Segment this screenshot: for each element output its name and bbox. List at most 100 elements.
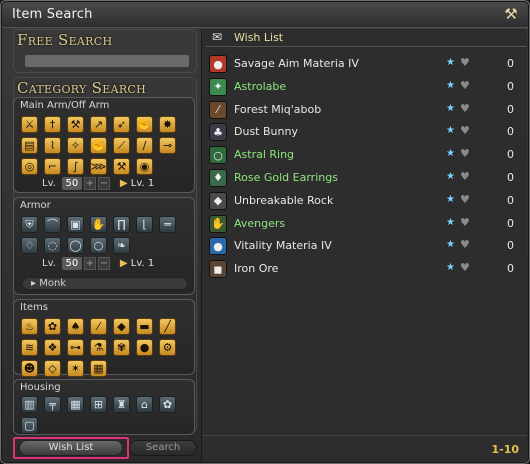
claw-icon[interactable]: ✸: [159, 116, 176, 133]
star-icon[interactable]: ★: [446, 125, 455, 136]
wish-list-row[interactable]: ✋ Avengers ★ ♥ 0: [206, 213, 526, 236]
hammer-icon[interactable]: ⚒: [113, 158, 130, 175]
window-icon[interactable]: ⊞: [90, 396, 107, 413]
wish-list-row[interactable]: ✦ Astrolabe ★ ♥ 0: [206, 76, 526, 99]
level-value-box[interactable]: 50: [61, 177, 82, 190]
minion-icon[interactable]: ☻: [21, 360, 38, 377]
lumber-icon[interactable]: ╱: [159, 318, 176, 335]
close-x-icon[interactable]: ⚒: [503, 6, 519, 22]
knuckle-icon[interactable]: ✊: [136, 116, 153, 133]
level-minus-button[interactable]: −: [97, 177, 110, 190]
painting-icon[interactable]: ▢: [21, 417, 38, 434]
search-button[interactable]: Search: [129, 440, 197, 456]
heart-icon[interactable]: ♥: [460, 216, 470, 229]
star-icon[interactable]: ★: [446, 194, 455, 205]
frypan-icon[interactable]: ◉: [136, 158, 153, 175]
tabletop-icon[interactable]: ♜: [113, 396, 130, 413]
star-icon[interactable]: ★: [446, 80, 455, 91]
dagger-icon[interactable]: †: [44, 116, 61, 133]
wish-list-button[interactable]: Wish List: [19, 440, 123, 456]
heart-icon[interactable]: ♥: [460, 238, 470, 251]
bow-icon[interactable]: ➶: [113, 116, 130, 133]
heart-icon[interactable]: ♥: [460, 261, 470, 274]
job-dropdown[interactable]: ▸ Monk: [22, 277, 188, 290]
level-target[interactable]: ▶ Lv. 1: [120, 258, 154, 269]
star-icon[interactable]: ★: [446, 217, 455, 228]
cloth-icon[interactable]: ≋: [21, 339, 38, 356]
chest-icon[interactable]: ▣: [67, 216, 84, 233]
heart-icon[interactable]: ♥: [460, 193, 470, 206]
feather-icon[interactable]: ❧: [113, 237, 130, 254]
level-plus-button[interactable]: +: [83, 257, 96, 270]
heart-icon[interactable]: ♥: [460, 147, 470, 160]
level-minus-button[interactable]: −: [97, 257, 110, 270]
staff-icon[interactable]: ⌇: [44, 137, 61, 154]
star-icon[interactable]: ★: [446, 239, 455, 250]
level-target[interactable]: ▶ Lv. 1: [120, 178, 154, 189]
wish-list-row[interactable]: ● Savage Aim Materia IV ★ ♥ 0: [206, 53, 526, 76]
metal-icon[interactable]: ▬: [136, 318, 153, 335]
food-icon[interactable]: ✿: [44, 318, 61, 335]
title-bar[interactable]: Item Search ⚒: [2, 2, 528, 28]
bone-icon[interactable]: ⊶: [67, 339, 84, 356]
brush-icon[interactable]: ∫: [67, 158, 84, 175]
stone-icon[interactable]: ◆: [113, 318, 130, 335]
helmet-icon[interactable]: ⌒: [44, 216, 61, 233]
reagent-icon[interactable]: ⚗: [90, 339, 107, 356]
heart-icon[interactable]: ♥: [460, 56, 470, 69]
outdoor-icon[interactable]: ⌂: [136, 396, 153, 413]
necklace-icon[interactable]: ◌: [44, 237, 61, 254]
heart-icon[interactable]: ♥: [460, 102, 470, 115]
free-search-input[interactable]: [24, 54, 190, 68]
wish-list-row[interactable]: ◼ Iron Ore ★ ♥ 0: [206, 258, 526, 281]
star-icon[interactable]: ★: [446, 103, 455, 114]
wish-list-row[interactable]: ♦ Rose Gold Earrings ★ ♥ 0: [206, 167, 526, 190]
wand-icon[interactable]: ✧: [67, 137, 84, 154]
heart-icon[interactable]: ♥: [460, 170, 470, 183]
gun-icon[interactable]: ⊸: [159, 137, 176, 154]
table-icon[interactable]: ╤: [44, 396, 61, 413]
belt-icon[interactable]: ═: [159, 216, 176, 233]
fist-icon[interactable]: ✊: [90, 137, 107, 154]
furniture-icon[interactable]: ▥: [21, 396, 38, 413]
axe-icon[interactable]: ⚒: [67, 116, 84, 133]
crystal-icon[interactable]: ◇: [44, 360, 61, 377]
leather-icon[interactable]: ❖: [44, 339, 61, 356]
saw-icon[interactable]: ⋙: [90, 158, 107, 175]
earring-icon[interactable]: ♢: [21, 237, 38, 254]
misc-icon[interactable]: ▦: [90, 360, 107, 377]
wish-list-row[interactable]: ◆ Unbreakable Rock ★ ♥ 0: [206, 190, 526, 213]
star-icon[interactable]: ★: [446, 262, 455, 273]
glaive-icon[interactable]: ⟋: [113, 137, 130, 154]
ring-icon[interactable]: ○: [90, 237, 107, 254]
part-icon[interactable]: ⚙: [159, 339, 176, 356]
gloves-icon[interactable]: ✋: [90, 216, 107, 233]
book-icon[interactable]: ▤: [21, 137, 38, 154]
wish-list-row[interactable]: ♣ Dust Bunny ★ ♥ 0: [206, 121, 526, 144]
rapier-icon[interactable]: ⌐: [44, 158, 61, 175]
legs-icon[interactable]: ∏: [113, 216, 130, 233]
bracelet-icon[interactable]: ◯: [67, 237, 84, 254]
level-plus-button[interactable]: +: [83, 177, 96, 190]
garden-icon[interactable]: ✿: [159, 396, 176, 413]
wish-list-row[interactable]: ○ Astral Ring ★ ♥ 0: [206, 144, 526, 167]
meal-icon[interactable]: ♠: [67, 318, 84, 335]
heart-icon[interactable]: ♥: [460, 79, 470, 92]
ingredient-icon[interactable]: ✾: [113, 339, 130, 356]
katana-icon[interactable]: ∕: [136, 137, 153, 154]
catalyst-icon[interactable]: ✶: [67, 360, 84, 377]
dye-icon[interactable]: ●: [136, 339, 153, 356]
chakram-icon[interactable]: ◎: [21, 158, 38, 175]
wish-list-row[interactable]: ⁄ Forest Miq'abob ★ ♥ 0: [206, 99, 526, 122]
material-icon[interactable]: ⁄: [90, 318, 107, 335]
heart-icon[interactable]: ♥: [460, 124, 470, 137]
shield-icon[interactable]: ⛨: [21, 216, 38, 233]
lance-icon[interactable]: ↗: [90, 116, 107, 133]
level-value-box[interactable]: 50: [61, 257, 82, 270]
wish-list-row[interactable]: ● Vitality Materia IV ★ ♥ 0: [206, 235, 526, 258]
star-icon[interactable]: ★: [446, 171, 455, 182]
boots-icon[interactable]: ⌊: [136, 216, 153, 233]
star-icon[interactable]: ★: [446, 148, 455, 159]
wall-icon[interactable]: ▦: [67, 396, 84, 413]
sword-icon[interactable]: ⚔: [21, 116, 38, 133]
